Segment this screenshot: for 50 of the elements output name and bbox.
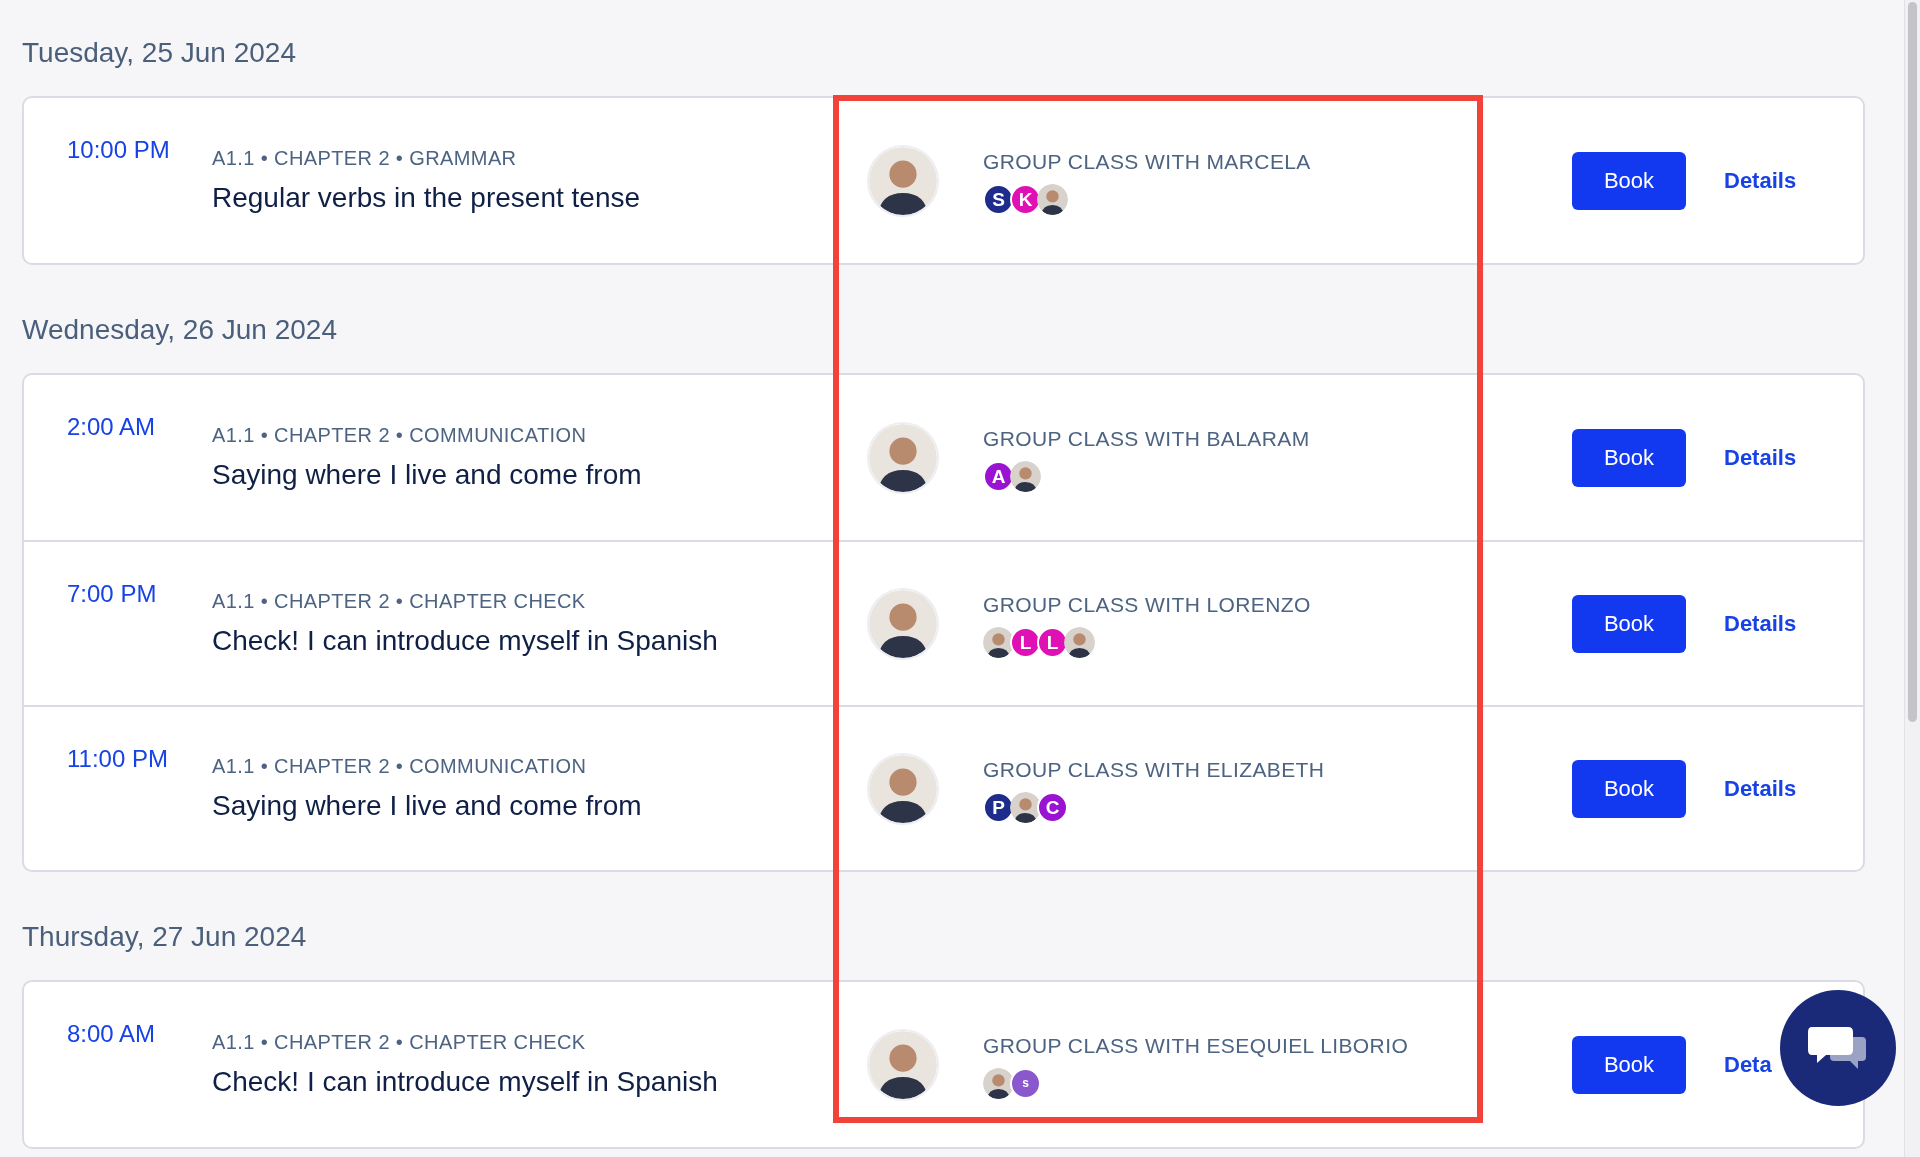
day-heading: Thursday, 27 Jun 2024 bbox=[22, 920, 308, 954]
details-link[interactable]: Details bbox=[1724, 441, 1797, 474]
book-button[interactable]: Book bbox=[1572, 1035, 1686, 1094]
participant-avatar bbox=[1010, 460, 1041, 492]
class-teacher: GROUP CLASS WITH LORENZO bbox=[983, 592, 1311, 619]
session-time: 2:00 AM bbox=[67, 412, 157, 442]
participant-avatar: P bbox=[983, 791, 1014, 823]
participant-avatar: S bbox=[983, 183, 1014, 215]
lesson-title: Check! I can introduce myself in Spanish bbox=[212, 1064, 718, 1099]
session-time: 7:00 PM bbox=[67, 579, 158, 609]
lesson-title: Saying where I live and come from bbox=[212, 457, 642, 492]
chat-icon bbox=[1808, 1025, 1868, 1071]
session-time: 11:00 PM bbox=[67, 744, 169, 774]
class-teacher: GROUP CLASS WITH ESEQUIEL LIBORIO bbox=[983, 1033, 1409, 1060]
participant-avatar: s bbox=[1010, 1067, 1041, 1099]
details-link[interactable]: Details bbox=[1724, 607, 1797, 640]
lesson-title: Check! I can introduce myself in Spanish bbox=[212, 623, 718, 658]
lesson-category: A1.1 • CHAPTER 2 • COMMUNICATION bbox=[212, 422, 587, 448]
book-button[interactable]: Book bbox=[1572, 151, 1686, 210]
participant-avatar bbox=[1010, 791, 1041, 823]
participant-avatar: L bbox=[1010, 626, 1041, 658]
lesson-title: Saying where I live and come from bbox=[212, 788, 642, 823]
class-teacher: GROUP CLASS WITH MARCELA bbox=[983, 149, 1311, 176]
lesson-category: A1.1 • CHAPTER 2 • GRAMMAR bbox=[212, 145, 517, 171]
participant-avatar bbox=[1037, 183, 1068, 215]
participant-avatar: A bbox=[983, 460, 1014, 492]
lesson-category: A1.1 • CHAPTER 2 • CHAPTER CHECK bbox=[212, 1029, 586, 1055]
scrollbar-thumb[interactable] bbox=[1908, 2, 1917, 722]
session-time: 8:00 AM bbox=[67, 1019, 157, 1049]
participant-avatar bbox=[983, 1067, 1014, 1099]
participant-avatar bbox=[1064, 626, 1095, 658]
details-link[interactable]: Deta bbox=[1724, 1048, 1772, 1081]
participant-avatar: K bbox=[1010, 183, 1041, 215]
class-teacher: GROUP CLASS WITH BALARAM bbox=[983, 426, 1310, 453]
participant-avatar: C bbox=[1037, 791, 1068, 823]
participant-avatar: L bbox=[1037, 626, 1068, 658]
day-heading: Wednesday, 26 Jun 2024 bbox=[22, 313, 338, 347]
class-teacher: GROUP CLASS WITH ELIZABETH bbox=[983, 757, 1325, 784]
lesson-title: Regular verbs in the present tense bbox=[212, 180, 641, 215]
participant-avatar bbox=[983, 626, 1014, 658]
lesson-category: A1.1 • CHAPTER 2 • CHAPTER CHECK bbox=[212, 588, 586, 614]
lesson-category: A1.1 • CHAPTER 2 • COMMUNICATION bbox=[212, 753, 587, 779]
scrollbar-track[interactable] bbox=[1904, 0, 1920, 1157]
book-button[interactable]: Book bbox=[1572, 759, 1686, 818]
book-button[interactable]: Book bbox=[1572, 594, 1686, 653]
details-link[interactable]: Details bbox=[1724, 164, 1797, 197]
day-heading: Tuesday, 25 Jun 2024 bbox=[22, 36, 297, 70]
book-button[interactable]: Book bbox=[1572, 428, 1686, 487]
details-link[interactable]: Details bbox=[1724, 772, 1797, 805]
session-time: 10:00 PM bbox=[67, 135, 171, 165]
